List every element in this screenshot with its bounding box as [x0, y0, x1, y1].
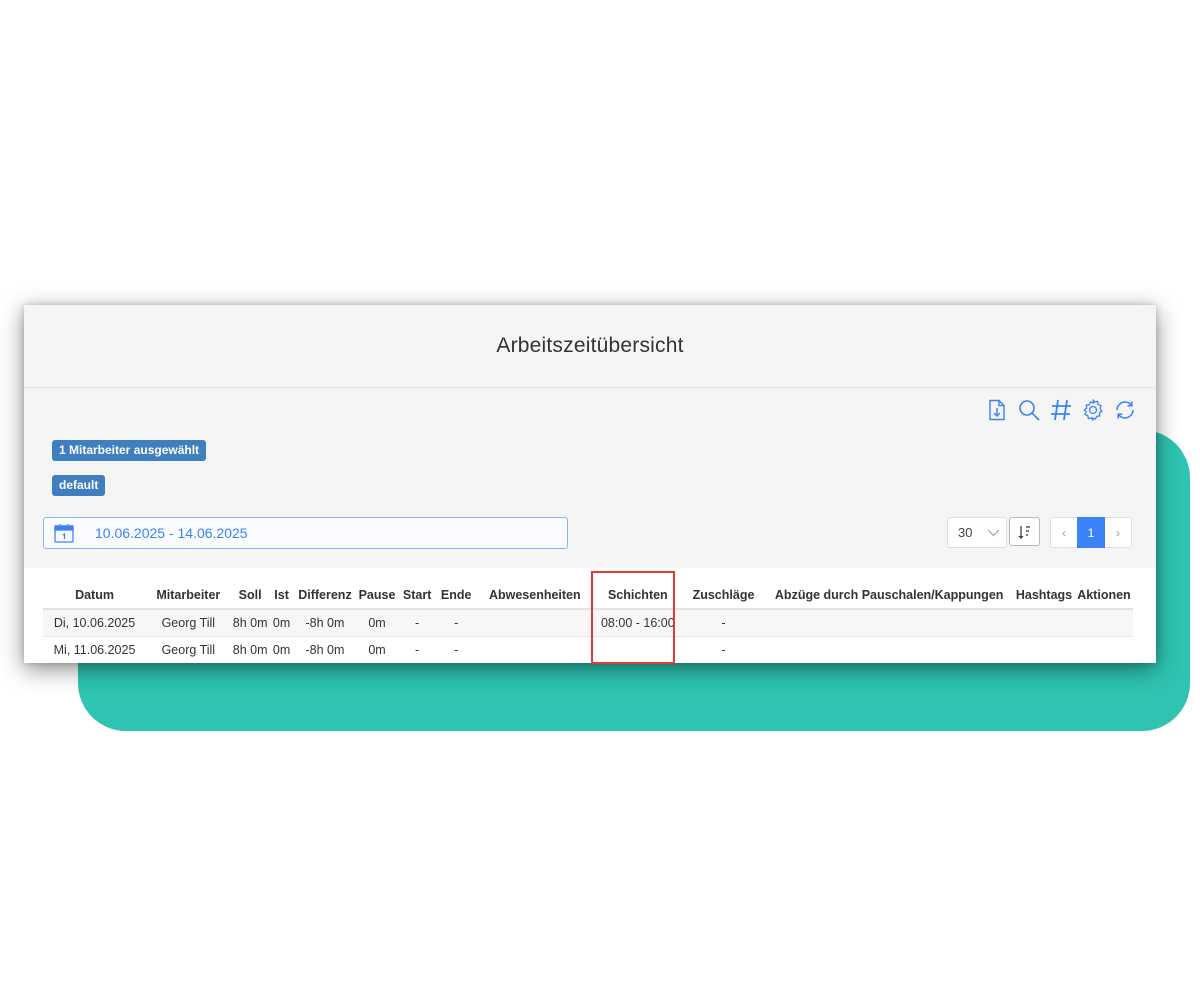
worktime-table: Datum Mitarbeiter Soll Ist Differenz Pause Sta…: [43, 582, 1133, 663]
screenshot-stage: Arbeitszeitübersicht 1 Mitarbeiter ausge…: [0, 0, 1200, 1000]
column-header[interactable]: Ende: [436, 582, 476, 610]
column-header[interactable]: Datum: [43, 582, 147, 610]
table-cell: -: [436, 636, 476, 663]
table-cell: [1074, 636, 1133, 663]
hashtag-icon[interactable]: [1048, 397, 1074, 423]
table-row[interactable]: Mi, 11.06.2025 Georg Till 8h 0m 0m -8h 0m 0m -…: [43, 636, 1133, 663]
table-cell: -: [397, 609, 437, 637]
column-header[interactable]: Abzüge durch Pauschalen/Kappungen: [765, 582, 1014, 610]
column-header[interactable]: Pause: [356, 582, 398, 610]
search-icon[interactable]: [1016, 397, 1042, 423]
title-bar: Arbeitszeitübersicht: [24, 305, 1156, 388]
chevron-down-icon: [987, 529, 1000, 537]
table-cell: 0m: [356, 636, 398, 663]
table-cell: [1074, 609, 1133, 637]
table-cell: [475, 609, 594, 637]
table-cell: [1013, 609, 1075, 637]
sort-button[interactable]: [1009, 517, 1040, 546]
table-body: Di, 10.06.2025 Georg Till 8h 0m 0m -8h 0m 0m -…: [43, 609, 1133, 663]
table-cell: 08:00 - 16:00: [593, 609, 682, 637]
column-header[interactable]: Soll: [230, 582, 270, 610]
table-cell: -: [681, 636, 766, 663]
table-cell: Georg Till: [146, 636, 231, 663]
table-cell: 8h 0m: [230, 636, 270, 663]
table-cell: 0m: [269, 636, 294, 663]
column-header[interactable]: Abwesenheiten: [475, 582, 594, 610]
table-cell: [765, 609, 1014, 637]
table-cell: [593, 636, 682, 663]
sort-order-icon: [1018, 525, 1030, 539]
table-area: Datum Mitarbeiter Soll Ist Differenz Pause Sta…: [24, 568, 1156, 663]
table-row[interactable]: Di, 10.06.2025 Georg Till 8h 0m 0m -8h 0m 0m -…: [43, 609, 1133, 637]
pagination-prev-button[interactable]: ‹: [1050, 517, 1077, 548]
column-header[interactable]: Schichten: [593, 582, 682, 610]
table-cell: -: [436, 609, 476, 637]
pagination-next-button[interactable]: ›: [1105, 517, 1132, 548]
table-cell: 0m: [269, 609, 294, 637]
refresh-icon[interactable]: [1112, 397, 1138, 423]
column-header[interactable]: Differenz: [293, 582, 357, 610]
pagination: ‹ 1 ›: [1050, 517, 1132, 548]
table-cell: -8h 0m: [293, 609, 357, 637]
selected-employees-badge[interactable]: 1 Mitarbeiter ausgewählt: [52, 440, 207, 461]
column-header[interactable]: Start: [397, 582, 437, 610]
column-header[interactable]: Ist: [269, 582, 294, 610]
toolbar: [984, 397, 1138, 423]
table-cell: -8h 0m: [293, 636, 357, 663]
per-page-select[interactable]: 30: [947, 517, 1007, 548]
table-cell: -: [681, 609, 766, 637]
table-cell: [765, 636, 1014, 663]
table-cell: -: [397, 636, 437, 663]
column-header[interactable]: Zuschläge: [681, 582, 766, 610]
profile-badge[interactable]: default: [52, 475, 106, 496]
table-cell: [1013, 636, 1075, 663]
table-cell: Di, 10.06.2025: [43, 609, 147, 637]
table-header-row: Datum Mitarbeiter Soll Ist Differenz Pause Sta…: [43, 582, 1133, 610]
column-header[interactable]: Aktionen: [1074, 582, 1133, 610]
gear-icon[interactable]: [1080, 397, 1106, 423]
column-header[interactable]: Hashtags: [1013, 582, 1075, 610]
table-cell: Georg Till: [146, 609, 231, 637]
table-cell: Mi, 11.06.2025: [43, 636, 147, 663]
worktime-overview-window: Arbeitszeitübersicht 1 Mitarbeiter ausge…: [24, 305, 1156, 663]
per-page-value: 30: [958, 525, 973, 540]
table-cell: [475, 636, 594, 663]
page-title: Arbeitszeitübersicht: [496, 334, 684, 357]
table-cell: 0m: [356, 609, 398, 637]
pagination-page-button[interactable]: 1: [1077, 517, 1105, 548]
table-cell: 8h 0m: [230, 609, 270, 637]
export-document-icon[interactable]: [984, 397, 1010, 423]
calendar-icon: [54, 524, 74, 543]
date-range-value: 10.06.2025 - 14.06.2025: [95, 525, 248, 541]
date-range-input[interactable]: 10.06.2025 - 14.06.2025: [43, 517, 568, 549]
column-header[interactable]: Mitarbeiter: [146, 582, 231, 610]
